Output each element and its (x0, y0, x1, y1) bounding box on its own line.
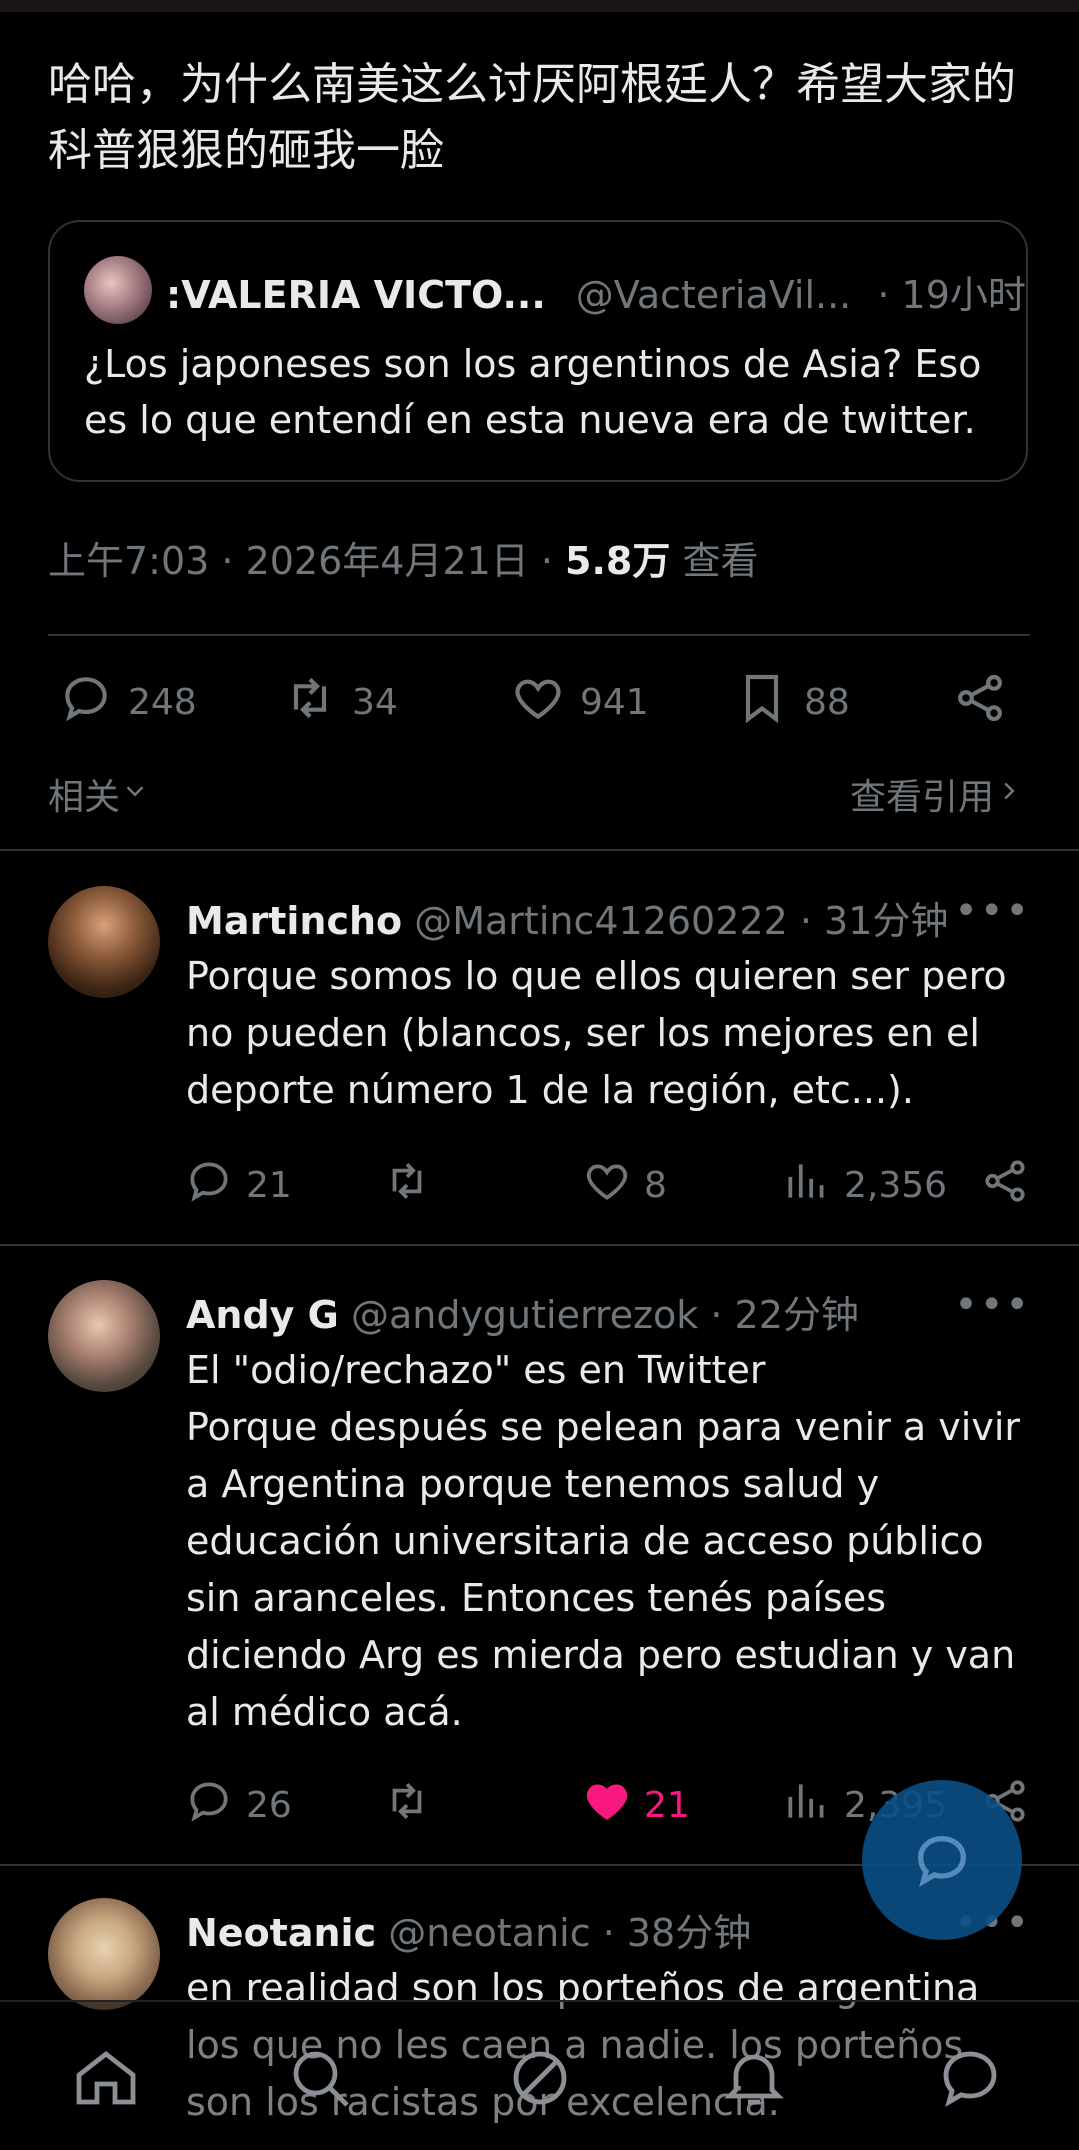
like-button[interactable]: 8 (582, 1156, 667, 1215)
reply-button[interactable]: 21 (184, 1156, 292, 1215)
top-edge (0, 0, 1079, 12)
reply-header: Neotanic @neotanic · 38分钟 (186, 1902, 751, 1957)
avatar[interactable] (48, 1280, 160, 1392)
view-quotes-link[interactable]: 查看引用 (850, 768, 1024, 820)
reply-count: 26 (246, 1785, 292, 1826)
bar-chart-icon (782, 1156, 832, 1215)
reply-button[interactable]: 248 (58, 670, 197, 735)
reply-icon (58, 670, 114, 735)
chat-bubble-icon (910, 1828, 974, 1896)
bookmark-count: 88 (804, 682, 850, 723)
bar-chart-icon (782, 1776, 832, 1835)
avatar[interactable] (48, 1898, 160, 2010)
quoted-handle[interactable]: @VacteriaVil... (576, 273, 851, 317)
reply-button[interactable]: 26 (184, 1776, 292, 1835)
divider (0, 849, 1079, 851)
retweet-button[interactable]: 34 (282, 670, 398, 735)
share-button[interactable] (952, 670, 1008, 735)
reply-time: · 38分钟 (602, 1911, 752, 1955)
post-actions: 248 34 941 88 (48, 670, 1028, 740)
bottom-navigation (0, 2000, 1079, 2150)
quoted-time: · 19小时 (877, 273, 1026, 317)
like-count: 8 (644, 1165, 667, 1206)
related-label: 相关 (48, 777, 121, 818)
notifications-icon[interactable] (718, 2042, 790, 2114)
reply-icon (184, 1776, 234, 1835)
compose-reply-button[interactable] (862, 1780, 1022, 1940)
share-icon (952, 670, 1008, 735)
post-meta: 上午7:03 · 2026年4月21日 · 5.8万 查看 (48, 530, 758, 585)
quoted-header: :VALERIA VICTO... @VacteriaVil... · 19小时 (166, 264, 1026, 319)
post-timestamp: 上午7:03 · 2026年4月21日 · (48, 539, 566, 583)
like-button[interactable]: 941 (510, 670, 649, 735)
like-count: 21 (644, 1785, 690, 1826)
bookmark-button[interactable]: 88 (734, 670, 850, 735)
reply-header: Andy G @andygutierrezok · 22分钟 (186, 1284, 859, 1339)
home-icon[interactable] (70, 2042, 142, 2114)
views-button[interactable]: 2,356 (782, 1156, 947, 1215)
reply-count: 248 (128, 682, 197, 723)
reply-text: El "odio/rechazo" es en Twitter Porque d… (186, 1348, 1021, 1734)
heart-icon (582, 1156, 632, 1215)
search-icon[interactable] (284, 2042, 356, 2114)
reply-header: Martincho @Martinc41260222 · 31分钟 (186, 890, 948, 945)
retweet-icon (282, 670, 338, 735)
reply-author-name[interactable]: Martincho (186, 899, 402, 943)
quoted-text: ¿Los japoneses son los argentinos de Asi… (84, 342, 982, 442)
reply-author-handle[interactable]: @neotanic (388, 1911, 590, 1955)
chevron-down-icon (120, 774, 150, 815)
reply-author-name[interactable]: Neotanic (186, 1911, 376, 1955)
messages-icon[interactable] (934, 2042, 1006, 2114)
reply-author-name[interactable]: Andy G (186, 1293, 339, 1337)
retweet-button[interactable] (382, 1156, 432, 1215)
retweet-icon (382, 1156, 432, 1215)
avatar[interactable] (48, 886, 160, 998)
retweet-button[interactable] (382, 1776, 432, 1835)
reply-author-handle[interactable]: @Martinc41260222 (414, 899, 788, 943)
view-label: 查看 (670, 539, 759, 583)
reply-time: · 22分钟 (710, 1293, 859, 1337)
quoted-name[interactable]: :VALERIA VICTO... (166, 273, 546, 317)
share-button[interactable] (980, 1156, 1030, 1215)
view-count: 2,356 (844, 1165, 948, 1206)
post-text: 哈哈，为什么南美这么讨厌阿根廷人？希望大家的科普狠狠的砸我一脸 (48, 59, 1016, 176)
view-quotes-label: 查看引用 (849, 777, 994, 818)
like-button[interactable]: 21 (582, 1776, 690, 1835)
related-toggle[interactable]: 相关 (48, 768, 150, 820)
heart-filled-icon (582, 1776, 632, 1835)
heart-icon (510, 670, 566, 735)
grok-icon[interactable] (504, 2042, 576, 2114)
retweet-count: 34 (352, 682, 398, 723)
more-options-icon[interactable]: ••• (954, 1282, 1031, 1328)
reply-icon (184, 1156, 234, 1215)
view-count: 5.8万 (565, 539, 671, 583)
like-count: 941 (580, 682, 649, 723)
reply-author-handle[interactable]: @andygutierrezok (351, 1293, 698, 1337)
quoted-tweet[interactable]: :VALERIA VICTO... @VacteriaVil... · 19小时 … (48, 220, 1028, 482)
divider (0, 1244, 1079, 1246)
share-icon (980, 1156, 1030, 1215)
reply-count: 21 (246, 1165, 292, 1206)
quoted-avatar[interactable] (84, 256, 152, 324)
retweet-icon (382, 1776, 432, 1835)
more-options-icon[interactable]: ••• (954, 888, 1031, 934)
reply-text: Porque somos lo que ellos quieren ser pe… (186, 954, 1019, 1112)
chevron-right-icon (994, 774, 1024, 815)
divider (48, 634, 1030, 636)
reply-time: · 31分钟 (799, 899, 949, 943)
bookmark-icon (734, 670, 790, 735)
